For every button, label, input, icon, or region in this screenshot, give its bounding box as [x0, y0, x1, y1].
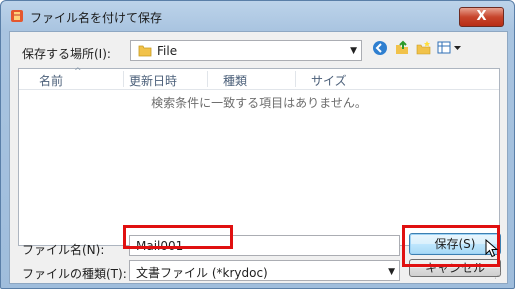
save-in-label: 保存する場所(I): — [22, 47, 111, 61]
file-name-label: ファイル名(N): — [22, 243, 105, 257]
file-type-label: ファイルの種類(T): — [22, 267, 127, 281]
column-divider[interactable] — [295, 71, 296, 87]
column-divider[interactable] — [123, 71, 124, 87]
folder-icon — [138, 45, 152, 57]
column-name[interactable]: 名前 — [39, 72, 63, 89]
app-icon — [11, 10, 23, 22]
title-bar[interactable]: ファイル名を付けて保存 X — [1, 1, 514, 31]
save-as-dialog: ファイル名を付けて保存 X 保存する場所(I): File ▼ 名前 ^ 更新日… — [0, 0, 515, 289]
empty-message: 検索条件に一致する項目はありません。 — [151, 96, 367, 110]
column-header: 名前 ^ 更新日時 種類 サイズ — [19, 67, 499, 90]
chevron-down-icon: ▼ — [350, 46, 357, 56]
column-divider[interactable] — [207, 71, 208, 87]
column-modified[interactable]: 更新日時 — [129, 72, 177, 89]
column-type[interactable]: 種類 — [223, 72, 247, 89]
column-size[interactable]: サイズ — [311, 72, 347, 89]
resize-grip-icon[interactable]: ⋰ — [494, 271, 504, 281]
mouse-cursor-icon — [485, 239, 499, 258]
sort-up-icon: ^ — [74, 67, 82, 77]
filename-highlight-box — [123, 225, 233, 249]
save-in-dropdown[interactable]: File ▼ — [130, 40, 362, 61]
back-icon[interactable] — [370, 38, 390, 58]
save-in-value: File — [157, 44, 178, 58]
chevron-down-icon: ▼ — [388, 267, 395, 277]
window-title: ファイル名を付けて保存 — [30, 11, 163, 25]
file-list[interactable]: 名前 ^ 更新日時 種類 サイズ 検索条件に一致する項目はありません。 — [18, 67, 500, 246]
file-type-value: 文書ファイル (*krydoc) — [136, 266, 268, 280]
up-folder-icon[interactable] — [392, 38, 412, 58]
view-menu-icon[interactable] — [436, 38, 466, 58]
file-type-dropdown[interactable]: 文書ファイル (*krydoc) ▼ — [129, 260, 400, 281]
close-button[interactable]: X — [459, 7, 504, 27]
new-folder-icon[interactable] — [414, 38, 434, 58]
